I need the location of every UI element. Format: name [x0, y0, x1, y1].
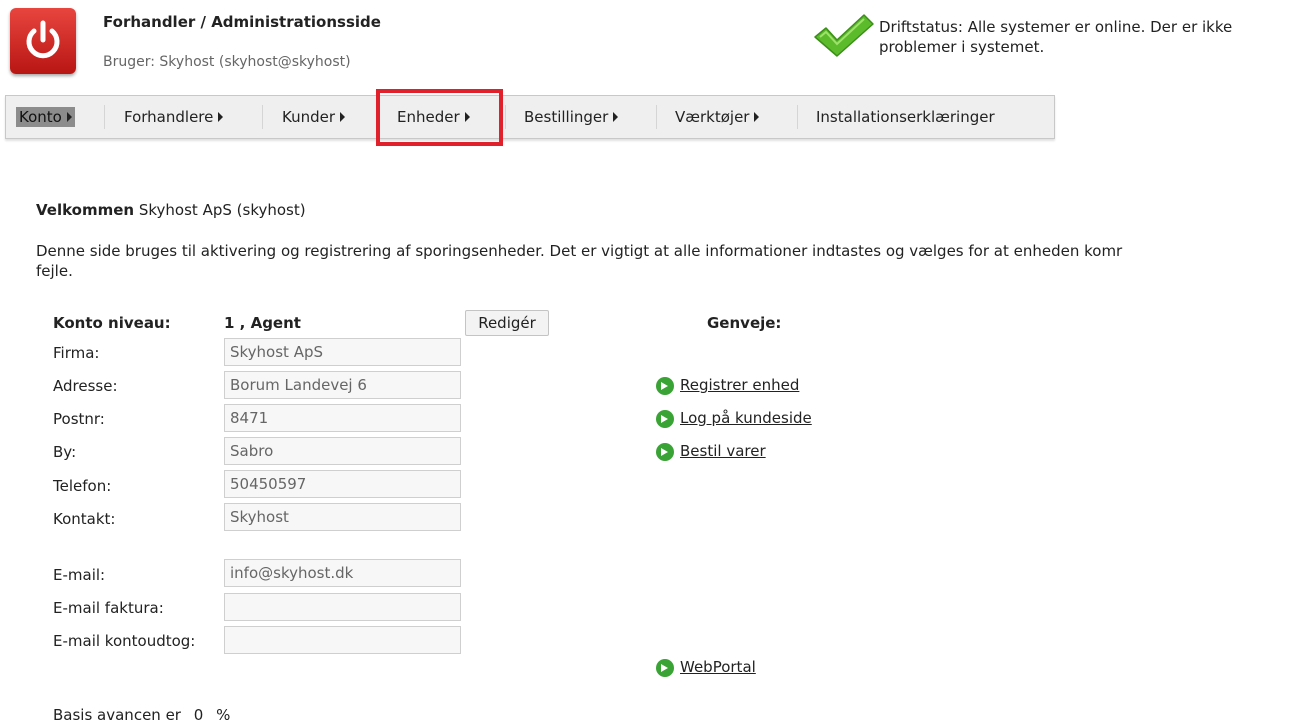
nav-divider	[104, 105, 105, 129]
kontakt-label: Kontakt:	[53, 510, 116, 528]
arrow-circle-icon	[656, 410, 674, 428]
caret-right-icon	[340, 112, 346, 122]
telefon-label: Telefon:	[53, 477, 112, 495]
checkmark-icon	[812, 12, 876, 62]
nav-item-installationserklaeringer[interactable]: Installationserklæringer	[816, 95, 995, 139]
arrow-circle-icon	[656, 377, 674, 395]
nav-item-forhandlere[interactable]: Forhandlere	[124, 95, 224, 139]
intro-line-1: Denne side bruges til aktivering og regi…	[36, 242, 1123, 260]
account-level-label: Konto niveau:	[53, 314, 171, 332]
arrow-circle-icon	[656, 659, 674, 677]
basis-avance: Basis avancen er 0 %	[53, 706, 238, 724]
shortcut-registrer-enhed-link[interactable]: Registrer enhed	[680, 376, 799, 394]
by-field[interactable]	[224, 437, 461, 465]
nav-item-kunder[interactable]: Kunder	[282, 95, 346, 139]
nav-item-label: Kunder	[282, 108, 336, 126]
email-label: E-mail:	[53, 566, 106, 584]
telefon-field[interactable]	[224, 470, 461, 498]
adresse-label: Adresse:	[53, 377, 118, 395]
annotation-highlight-box	[376, 89, 503, 146]
account-level-value: 1 , Agent	[224, 314, 301, 332]
email-faktura-label: E-mail faktura:	[53, 599, 164, 617]
intro-line-2: fejle.	[36, 262, 73, 280]
welcome-label: Velkommen	[36, 201, 135, 219]
shortcut-webportal-link[interactable]: WebPortal	[680, 658, 756, 676]
caret-right-icon	[218, 112, 224, 122]
kontakt-field[interactable]	[224, 503, 461, 531]
power-icon	[26, 20, 60, 59]
firma-field[interactable]	[224, 338, 461, 366]
caret-right-icon	[66, 112, 72, 122]
nav-item-vaerktojer[interactable]: Værktøjer	[675, 95, 760, 139]
nav-item-bestillinger[interactable]: Bestillinger	[524, 95, 619, 139]
email-field[interactable]	[224, 559, 461, 587]
page-title: Forhandler / Administrationsside	[103, 13, 381, 31]
arrow-circle-icon	[656, 443, 674, 461]
nav-item-konto[interactable]: Konto	[16, 95, 75, 139]
basis-unit: %	[216, 706, 231, 724]
status-line-2: problemer i systemet.	[879, 38, 1045, 56]
welcome-text: Velkommen Skyhost ApS (skyhost)	[36, 201, 306, 219]
firma-label: Firma:	[53, 344, 100, 362]
edit-button[interactable]: Redigér	[465, 310, 549, 336]
nav-divider	[505, 105, 506, 129]
postnr-field[interactable]	[224, 404, 461, 432]
email-kontoudtog-label: E-mail kontoudtog:	[53, 632, 196, 650]
nav-item-label: Bestillinger	[524, 108, 609, 126]
nav-divider	[262, 105, 263, 129]
shortcuts-title: Genveje:	[707, 314, 782, 332]
nav-divider	[656, 105, 657, 129]
basis-value: 0	[193, 706, 204, 724]
caret-right-icon	[754, 112, 760, 122]
shortcut-log-pa-kundeside-link[interactable]: Log på kundeside	[680, 409, 812, 427]
current-user: Bruger: Skyhost (skyhost@skyhost)	[103, 54, 351, 70]
welcome-name: Skyhost ApS (skyhost)	[138, 201, 306, 219]
status-line-1: Driftstatus: Alle systemer er online. De…	[879, 18, 1233, 36]
nav-item-label: Forhandlere	[124, 108, 214, 126]
nav-item-label: Værktøjer	[675, 108, 750, 126]
email-kontoudtog-field[interactable]	[224, 626, 461, 654]
intro-paragraph: Denne side bruges til aktivering og regi…	[36, 241, 1293, 281]
brand-logo[interactable]	[10, 8, 76, 74]
basis-label: Basis avancen er	[53, 706, 181, 724]
adresse-field[interactable]	[224, 371, 461, 399]
nav-item-label: Konto	[19, 108, 62, 126]
by-label: By:	[53, 443, 77, 461]
system-status: Driftstatus: Alle systemer er online. De…	[879, 17, 1293, 57]
nav-divider	[797, 105, 798, 129]
shortcut-bestil-varer-link[interactable]: Bestil varer	[680, 442, 766, 460]
caret-right-icon	[613, 112, 619, 122]
nav-item-label: Installationserklæringer	[816, 108, 995, 126]
postnr-label: Postnr:	[53, 410, 105, 428]
email-faktura-field[interactable]	[224, 593, 461, 621]
